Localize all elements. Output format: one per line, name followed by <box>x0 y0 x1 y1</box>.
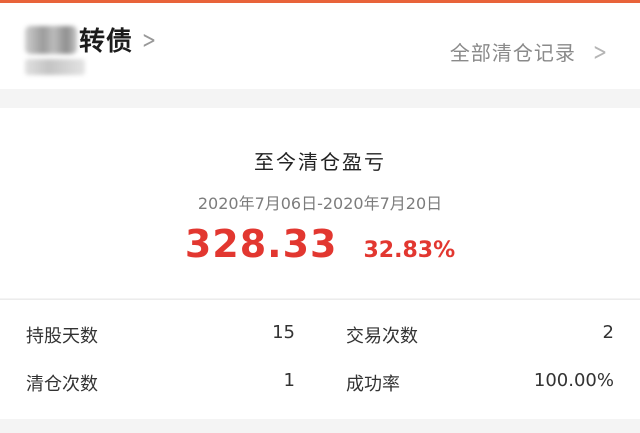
blurred-bond-name <box>25 25 77 54</box>
success-rate-value: 100.00% <box>533 370 614 391</box>
bond-title-link[interactable]: 转债 > <box>25 21 159 58</box>
holding-days-label: 持股天数 <box>26 326 98 347</box>
date-range: 2020年7月06日-2020年7月20日 <box>197 194 443 213</box>
pnl-percent: 32.83% <box>363 238 456 263</box>
bond-title: 转债 <box>79 27 134 57</box>
chevron-right-icon: > <box>592 37 607 66</box>
trades-label: 交易次数 <box>346 326 418 347</box>
pnl-summary-card: 至今清仓盈亏 2020年7月06日-2020年7月20日 328.33 32.8… <box>0 108 640 298</box>
pnl-amount: 328.33 <box>184 222 338 266</box>
clearances-value: 1 <box>283 370 295 391</box>
header: 转债 > 全部清仓记录 > <box>0 3 640 89</box>
pnl-row: 328.33 32.83% <box>0 222 640 266</box>
blurred-bond-code <box>25 59 85 75</box>
all-clearance-records-link[interactable]: 全部清仓记录 > <box>450 37 610 66</box>
stats-panel: 持股天数 15 交易次数 2 清仓次数 1 成功率 100.00% <box>0 299 640 419</box>
clearances-label: 清仓次数 <box>26 374 98 395</box>
trades-value: 2 <box>602 322 614 343</box>
success-rate-label: 成功率 <box>346 374 400 395</box>
summary-title: 至今清仓盈亏 <box>254 150 386 174</box>
all-records-label: 全部清仓记录 <box>449 41 576 65</box>
chevron-right-icon: > <box>142 25 157 54</box>
holding-days-value: 15 <box>272 322 295 343</box>
